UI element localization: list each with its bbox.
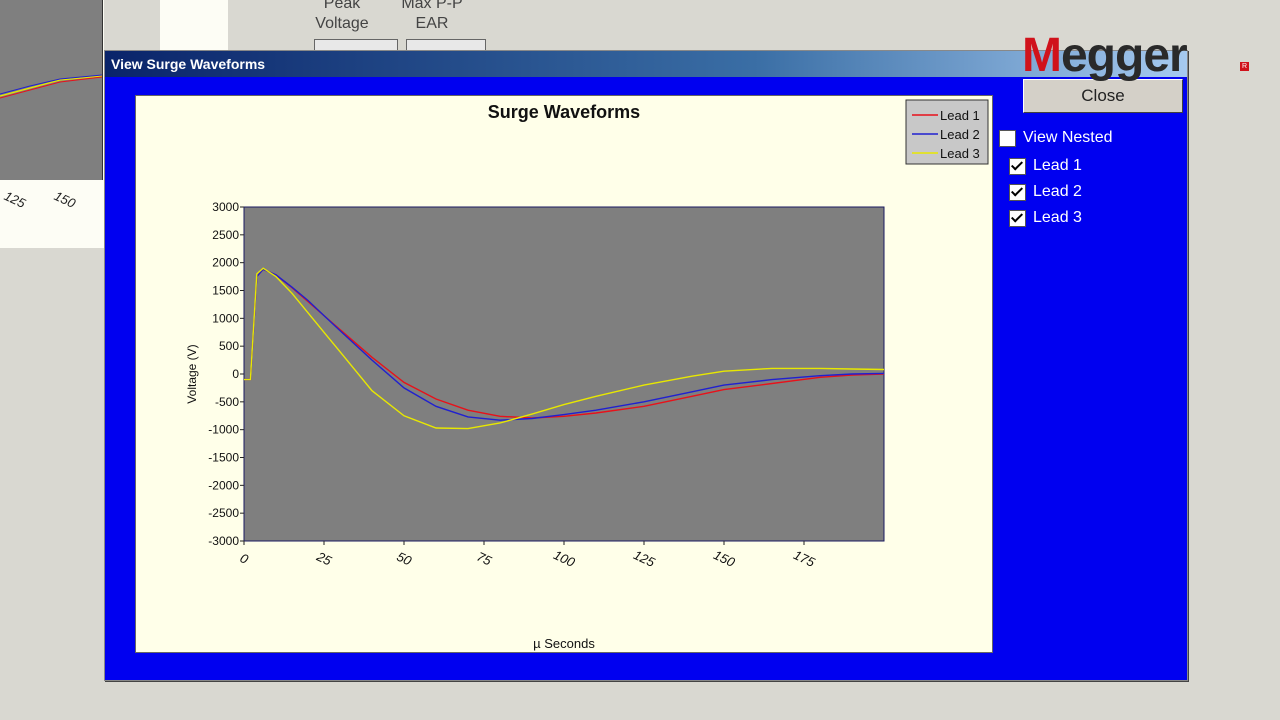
- y-tick-label: -1500: [208, 451, 239, 465]
- header-line: EAR: [415, 15, 449, 32]
- legend-label: Lead 3: [940, 146, 980, 161]
- y-tick-label: 500: [219, 339, 239, 353]
- view-surge-waveforms-dialog: View Surge Waveforms Surge Waveforms 3000…: [104, 50, 1188, 681]
- x-tick-label: 75: [474, 549, 494, 569]
- view-nested-checkbox[interactable]: [999, 129, 1016, 147]
- y-tick-label: -3000: [208, 534, 239, 548]
- plot-area: [243, 206, 885, 542]
- surge-waveform-chart: Surge Waveforms300025002000150010005000-…: [185, 99, 989, 651]
- background-graph-lines: [0, 74, 103, 99]
- registered-mark: R: [1240, 62, 1249, 71]
- header-line: Max P-P: [401, 0, 463, 12]
- header-line: Voltage: [315, 15, 369, 32]
- background-graph-panel: 125 150: [0, 0, 104, 248]
- y-tick-label: 2000: [212, 256, 239, 270]
- lead-3-checkbox[interactable]: [1009, 209, 1026, 227]
- chart-panel: Surge Waveforms 3000 2500 2000 1500 1000 500 0-…: [135, 95, 993, 653]
- background-graph-plot: [0, 0, 103, 180]
- logo-m: M: [1022, 29, 1062, 82]
- x-tick-label: 150: [711, 547, 738, 570]
- background-tick: 125: [1, 188, 28, 211]
- background-tick: 150: [51, 188, 78, 211]
- max-pp-ear-header: Max P-P EAR: [390, 0, 474, 34]
- y-tick-label: 2500: [212, 228, 239, 242]
- chart-title: Surge Waveforms: [488, 102, 640, 122]
- y-tick-label: 3000: [212, 200, 239, 214]
- lead-1-checkbox[interactable]: [1009, 157, 1026, 175]
- x-tick-label: 125: [631, 547, 658, 570]
- lead-2-checkbox[interactable]: [1009, 183, 1026, 201]
- y-tick-label: 0: [232, 367, 239, 381]
- y-tick-label: -500: [215, 395, 239, 409]
- x-tick-label: 25: [314, 548, 335, 568]
- lead-2-option[interactable]: Lead 2: [1009, 183, 1082, 201]
- y-tick-label: -1000: [208, 423, 239, 437]
- lead-1-label: Lead 1: [1033, 157, 1082, 174]
- y-tick-label: 1500: [212, 284, 239, 298]
- y-tick-label: -2000: [208, 478, 239, 492]
- x-tick-label: 100: [551, 547, 578, 570]
- lead-3-label: Lead 3: [1033, 209, 1082, 226]
- x-tick-label: 175: [791, 547, 818, 570]
- legend-label: Lead 2: [940, 127, 980, 142]
- x-tick-label: 0: [238, 550, 252, 567]
- y-tick-label: 1000: [212, 311, 239, 325]
- dialog-title: View Surge Waveforms: [111, 56, 266, 72]
- megger-logo: Megger: [1022, 28, 1188, 83]
- lead-1-option[interactable]: Lead 1: [1009, 157, 1082, 175]
- x-tick-label: 50: [394, 549, 414, 569]
- lead-2-label: Lead 2: [1033, 183, 1082, 200]
- logo-text: egger: [1060, 29, 1188, 82]
- view-nested-option[interactable]: View Nested: [999, 129, 1113, 147]
- peak-voltage-header: Peak Voltage: [300, 0, 384, 34]
- y-axis-label: Voltage (V): [185, 344, 199, 403]
- close-button[interactable]: Close: [1023, 79, 1183, 113]
- view-nested-label: View Nested: [1023, 129, 1113, 146]
- y-tick-label: -2500: [208, 506, 239, 520]
- lead-3-option[interactable]: Lead 3: [1009, 209, 1082, 227]
- x-axis-label: µ Seconds: [533, 636, 595, 651]
- legend-label: Lead 1: [940, 108, 980, 123]
- header-line: Peak: [323, 0, 361, 12]
